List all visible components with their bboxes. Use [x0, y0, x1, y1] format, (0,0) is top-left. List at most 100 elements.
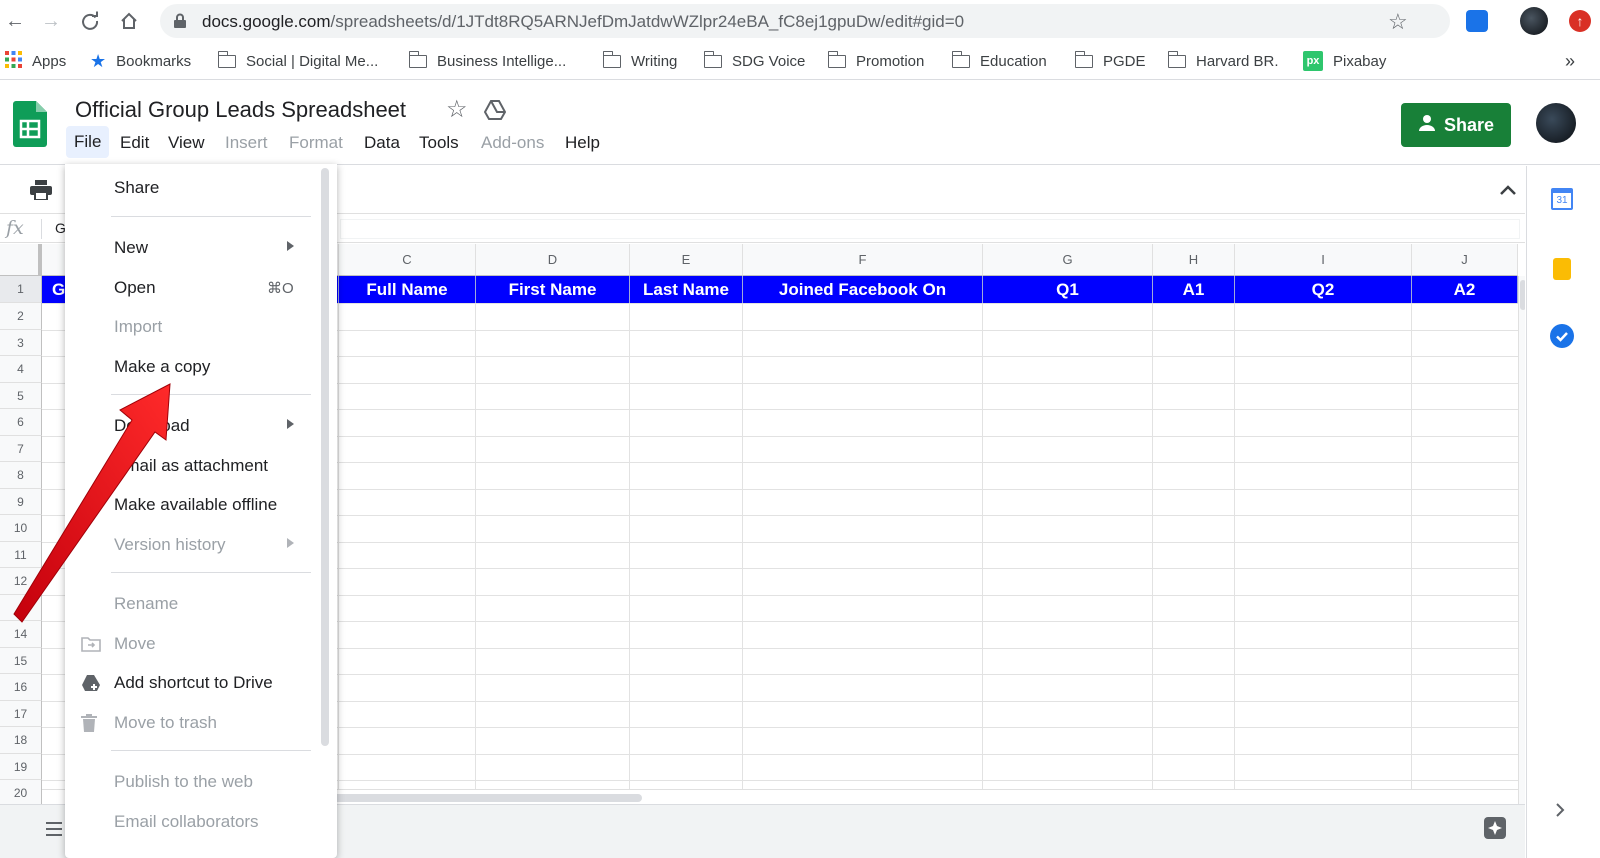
keep-icon[interactable] — [1553, 258, 1571, 280]
bookmarks-more-button[interactable]: » — [1565, 51, 1575, 71]
bookmark-folder-writing[interactable]: Writing — [602, 50, 677, 71]
horizontal-scroll-thumb[interactable] — [332, 794, 642, 802]
file-menu-rename[interactable]: Rename — [65, 586, 321, 622]
file-menu-make-offline[interactable]: Make available offline — [65, 487, 321, 523]
bookmark-apps[interactable]: Apps — [5, 50, 66, 71]
bookmark-star-icon[interactable]: ☆ — [1388, 9, 1408, 35]
back-icon[interactable]: ← — [2, 8, 28, 34]
row-header[interactable] — [0, 595, 42, 621]
column-header-j[interactable]: J — [1412, 244, 1518, 276]
row-header[interactable]: 2 — [0, 303, 42, 330]
menu-data[interactable]: Data — [364, 133, 400, 153]
row-header[interactable]: 7 — [0, 436, 42, 462]
profile-avatar[interactable] — [1520, 7, 1548, 35]
menu-edit[interactable]: Edit — [120, 133, 149, 153]
calendar-icon[interactable]: 31 — [1551, 188, 1573, 210]
file-menu-email-attachment[interactable]: Email as attachment — [65, 448, 321, 484]
header-cell-last-name[interactable]: Last Name — [630, 276, 743, 303]
reload-icon[interactable] — [77, 8, 103, 34]
explore-icon[interactable] — [1484, 817, 1506, 839]
column-header-i[interactable]: I — [1235, 244, 1412, 276]
document-title[interactable]: Official Group Leads Spreadsheet — [75, 97, 406, 123]
tasks-icon[interactable] — [1550, 324, 1574, 348]
row-header[interactable]: 18 — [0, 727, 42, 754]
file-menu-new[interactable]: New — [65, 230, 321, 266]
row-header[interactable]: 17 — [0, 701, 42, 727]
header-cell-full-name[interactable]: Full Name — [339, 276, 476, 303]
file-menu-move[interactable]: Move — [65, 626, 321, 662]
bookmark-folder-harvard[interactable]: Harvard BR. — [1167, 50, 1279, 71]
header-cell-q1[interactable]: Q1 — [983, 276, 1153, 303]
update-icon[interactable]: ↑ — [1569, 10, 1591, 32]
print-icon[interactable] — [30, 180, 52, 205]
row-header[interactable]: 12 — [0, 568, 42, 595]
formula-input-area[interactable] — [340, 219, 1520, 239]
share-button[interactable]: Share — [1401, 103, 1511, 147]
bookmark-pixabay[interactable]: px Pixabay — [1303, 51, 1386, 71]
file-menu-share[interactable]: Share — [65, 170, 321, 206]
menu-file[interactable]: File — [66, 126, 110, 158]
bookmark-folder-pgde[interactable]: PGDE — [1074, 50, 1146, 71]
row-header[interactable]: 11 — [0, 542, 42, 568]
row-header[interactable]: 4 — [0, 356, 42, 383]
all-sheets-icon[interactable] — [46, 822, 62, 841]
file-menu-import[interactable]: Import — [65, 309, 321, 345]
row-header[interactable]: 6 — [0, 409, 42, 436]
header-cell-q2[interactable]: Q2 — [1235, 276, 1412, 303]
address-bar[interactable]: docs.google.com/spreadsheets/d/1JTdt8RQ5… — [160, 4, 1450, 38]
header-cell-joined-facebook[interactable]: Joined Facebook On — [743, 276, 983, 303]
row-header[interactable]: 9 — [0, 489, 42, 515]
row-header[interactable]: 19 — [0, 754, 42, 780]
forward-icon[interactable]: → — [38, 8, 64, 34]
column-header-g[interactable]: G — [983, 244, 1153, 276]
sheets-logo-icon[interactable] — [13, 101, 47, 152]
row-header[interactable]: 5 — [0, 383, 42, 409]
bookmark-folder-education[interactable]: Education — [951, 50, 1047, 71]
vertical-scrollbar[interactable] — [1518, 276, 1525, 804]
column-header-h[interactable]: H — [1153, 244, 1235, 276]
bookmark-bookmarks[interactable]: ★ Bookmarks — [90, 51, 191, 71]
file-menu-open[interactable]: Open ⌘O — [65, 270, 321, 306]
menu-scrollbar[interactable] — [321, 168, 329, 746]
column-header-c[interactable]: C — [339, 244, 476, 276]
file-menu-move-to-trash[interactable]: Move to trash — [65, 705, 321, 741]
header-cell-a1[interactable]: A1 — [1153, 276, 1235, 303]
column-header-d[interactable]: D — [476, 244, 630, 276]
bookmark-folder-social[interactable]: Social | Digital Me... — [217, 50, 378, 71]
bookmark-folder-promotion[interactable]: Promotion — [827, 50, 924, 71]
file-menu-email-collaborators[interactable]: Email collaborators — [65, 804, 321, 840]
bookmark-folder-bi[interactable]: Business Intellige... — [408, 50, 566, 71]
file-menu-publish-web[interactable]: Publish to the web — [65, 764, 321, 800]
column-header-e[interactable]: E — [630, 244, 743, 276]
home-icon[interactable] — [116, 8, 142, 34]
row-header[interactable]: 15 — [0, 648, 42, 674]
header-cell-a2[interactable]: A2 — [1412, 276, 1518, 303]
expand-panel-icon[interactable] — [1555, 802, 1565, 823]
select-all-corner[interactable] — [0, 244, 42, 276]
bookmark-folder-sdg[interactable]: SDG Voice — [703, 50, 805, 71]
row-header[interactable]: 16 — [0, 674, 42, 701]
row-header[interactable]: 10 — [0, 515, 42, 542]
column-header-f[interactable]: F — [743, 244, 983, 276]
row-header[interactable]: 3 — [0, 330, 42, 356]
extension-icon[interactable] — [1466, 10, 1488, 32]
file-menu-version-history[interactable]: Version history — [65, 527, 321, 563]
row-header[interactable]: 8 — [0, 462, 42, 489]
row-header[interactable]: 20 — [0, 780, 42, 804]
menu-view[interactable]: View — [168, 133, 205, 153]
account-avatar[interactable] — [1536, 103, 1576, 143]
file-menu-download[interactable]: Download — [65, 408, 321, 444]
file-menu-add-shortcut[interactable]: Add shortcut to Drive — [65, 665, 321, 701]
menu-help[interactable]: Help — [565, 133, 600, 153]
menu-tools[interactable]: Tools — [419, 133, 459, 153]
row-header[interactable]: 1 — [0, 276, 42, 303]
move-to-drive-icon[interactable] — [483, 100, 507, 125]
file-menu-make-a-copy[interactable]: Make a copy — [65, 349, 321, 385]
vertical-scroll-thumb[interactable] — [1520, 280, 1525, 310]
row-header[interactable]: 14 — [0, 621, 42, 648]
header-cell-first-name[interactable]: First Name — [476, 276, 630, 303]
menu-format[interactable]: Format — [289, 133, 343, 153]
menu-insert[interactable]: Insert — [225, 133, 268, 153]
star-document-icon[interactable]: ☆ — [446, 95, 468, 124]
menu-add-ons[interactable]: Add-ons — [481, 133, 544, 153]
